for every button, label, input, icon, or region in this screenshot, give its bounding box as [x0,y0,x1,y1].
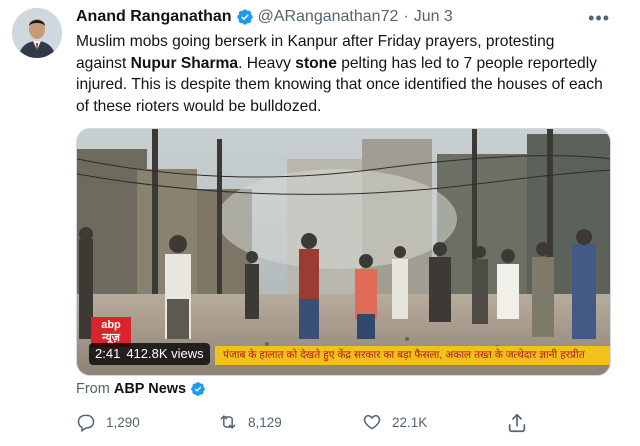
retweet-icon [218,412,238,432]
tweet-header: Anand Ranganathan @ARanganathan72 · Jun … [76,6,616,28]
separator-dot: · [403,8,409,25]
video-duration-badge: 2:41 412.8K views [89,343,210,365]
news-ticker: पंजाब के हालात को देखते हुए केंद्र सरकार… [215,346,610,365]
video-views: 412.8K views [126,346,204,361]
avatar[interactable] [12,8,62,58]
like-count: 22.1K [392,414,428,430]
source-name[interactable]: ABP News [114,381,186,397]
video-frame [77,129,610,375]
video-player[interactable]: abp न्यूज़ पंजाब के हालात को देखते हुए क… [76,128,611,376]
verified-badge-icon [236,8,254,26]
tweet-text-bold-word: stone [295,54,337,72]
tweet-actions: 1,290 8,129 22.1K [76,412,616,434]
more-dots-icon[interactable]: ••• [588,8,610,29]
reply-icon [76,412,96,432]
video-source: From ABP News [76,381,206,397]
retweet-button[interactable]: 8,129 [218,412,282,432]
avatar-photo [12,8,62,58]
tweet-date[interactable]: Jun 3 [414,8,453,26]
source-prefix: From [76,381,110,397]
heart-icon [362,412,382,432]
verified-badge-icon [190,381,206,397]
video-duration: 2:41 [95,346,121,361]
like-button[interactable]: 22.1K [362,412,427,432]
tweet-text-bold-name: Nupur Sharma [130,54,239,72]
tweet-text: Muslim mobs going berserk in Kanpur afte… [76,31,606,117]
reply-button[interactable]: 1,290 [76,412,140,432]
reply-count: 1,290 [106,414,140,430]
display-name[interactable]: Anand Ranganathan [76,8,232,26]
tweet-content: Anand Ranganathan @ARanganathan72 · Jun … [76,6,616,117]
tweet-text-part: . Heavy [238,54,296,72]
handle[interactable]: @ARanganathan72 [258,8,399,26]
share-icon[interactable] [506,412,528,434]
retweet-count: 8,129 [248,414,282,430]
